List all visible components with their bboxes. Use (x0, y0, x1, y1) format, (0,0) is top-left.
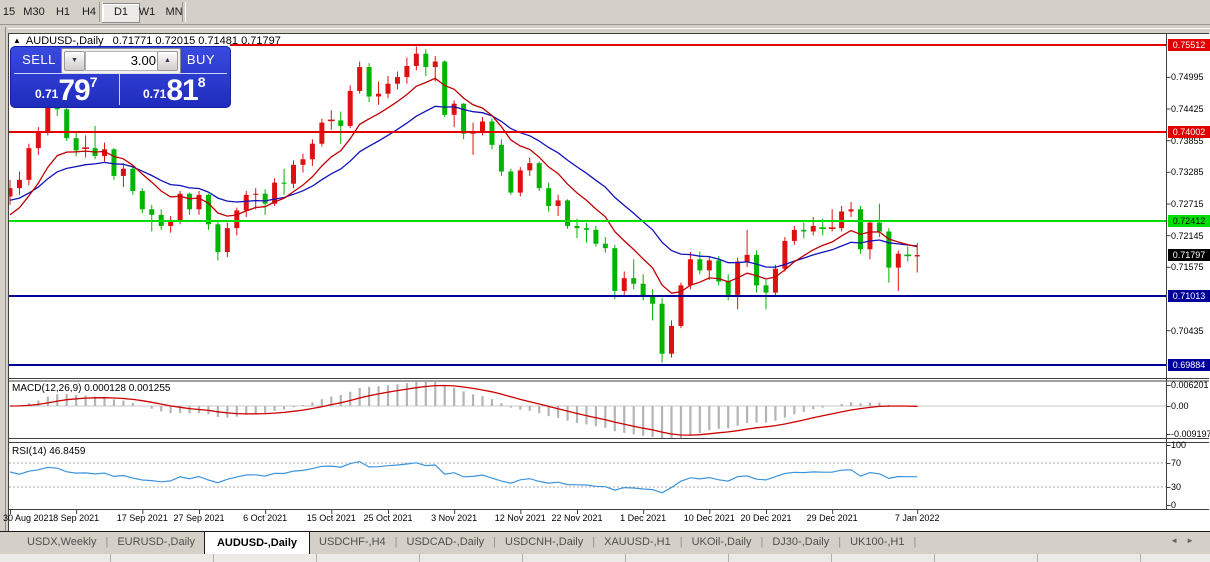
window-frame-line (5, 27, 6, 562)
price-tick-label: 0.74425 (1171, 104, 1204, 114)
down-arrow-icon: ▼ (71, 57, 78, 64)
buy-price-sup: 8 (198, 74, 206, 90)
macd-tick-label: 0.00 (1171, 401, 1189, 411)
date-tick-label: 6 Oct 2021 (243, 513, 287, 523)
date-tick-label: 10 Dec 2021 (684, 513, 735, 523)
status-strip-divider (728, 554, 729, 562)
sell-price-big: 79 (58, 74, 89, 107)
sell-price-button[interactable]: 0.71797 (35, 74, 98, 106)
status-strip-divider (934, 554, 935, 562)
status-strip-divider (110, 554, 111, 562)
date-tick-label: 27 Sep 2021 (173, 513, 224, 523)
date-tick-label: 17 Sep 2021 (117, 513, 168, 523)
sell-price-prefix: 0.71 (35, 87, 58, 101)
status-strip-divider (831, 554, 832, 562)
rsi-tick-label: 100 (1171, 440, 1186, 450)
symbol-tab-ukoil[interactable]: UKOil-,Daily (683, 532, 761, 554)
volume-decrease-button[interactable]: ▼ (64, 51, 85, 71)
symbol-tab-eurusd[interactable]: EURUSD-,Daily (108, 532, 204, 554)
price-level-badge: 0.72412 (1168, 215, 1210, 227)
price-tick-label: 0.72145 (1171, 231, 1204, 241)
subwindow-arrow-icon[interactable]: ▲ (13, 36, 21, 45)
date-tick-label: 25 Oct 2021 (363, 513, 412, 523)
date-tick-label: 30 Aug 2021 (3, 513, 54, 523)
window-left-frame (0, 27, 8, 562)
one-click-trading-panel: SELL BUY ▼ 3.00 ▲ 0.71797 0.71818 (10, 46, 231, 108)
macd-indicator-label: MACD(12,26,9) 0.000128 0.001255 (12, 383, 170, 394)
date-tick-label: 12 Nov 2021 (495, 513, 546, 523)
toolbar-divider (0, 24, 1210, 29)
status-strip-divider (419, 554, 420, 562)
timeframe-button-mn[interactable]: MN (156, 3, 192, 21)
buy-price-button[interactable]: 0.71818 (143, 74, 206, 106)
volume-input[interactable]: 3.00 (85, 51, 160, 71)
symbol-tab-usdcad[interactable]: USDCAD-,Daily (398, 532, 494, 554)
price-level-badge: 0.74002 (1168, 126, 1210, 138)
toolbar-divider (99, 2, 103, 22)
tab-scroll-right-icon[interactable]: ► (1186, 536, 1202, 545)
macd-tick-label: 0.006201 (1171, 380, 1209, 390)
symbol-tab-dj30[interactable]: DJ30-,Daily (763, 532, 838, 554)
status-strip-divider (1037, 554, 1038, 562)
price-tick-label: 0.74995 (1171, 72, 1204, 82)
tab-scroll-arrows: ◄► (1170, 536, 1202, 545)
date-tick-label: 8 Sep 2021 (53, 513, 99, 523)
date-tick-label: 29 Dec 2021 (807, 513, 858, 523)
date-tick-label: 15 Oct 2021 (307, 513, 356, 523)
price-tick-label: 0.73285 (1171, 167, 1204, 177)
macd-tick-label: -0.009197 (1171, 429, 1210, 439)
status-strip-divider (316, 554, 317, 562)
rsi-indicator-label: RSI(14) 46.8459 (12, 446, 85, 457)
bottom-status-strip (0, 554, 1210, 562)
price-level-badge: 0.71797 (1168, 249, 1210, 261)
price-tick-label: 0.70435 (1171, 326, 1204, 336)
up-arrow-icon: ▲ (164, 57, 171, 64)
price-tick-label: 0.72715 (1171, 199, 1204, 209)
rsi-tick-label: 0 (1171, 500, 1176, 510)
tab-separator: | (914, 532, 917, 554)
tab-scroll-left-icon[interactable]: ◄ (1170, 536, 1186, 545)
rsi-tick-label: 70 (1171, 458, 1181, 468)
buy-price-prefix: 0.71 (143, 87, 166, 101)
volume-spinner: ▼ 3.00 ▲ (61, 48, 181, 74)
symbol-tab-usdchf[interactable]: USDCHF-,H4 (310, 532, 395, 554)
symbol-tab-uk100[interactable]: UK100-,H1 (841, 532, 913, 554)
price-level-badge: 0.69884 (1168, 359, 1210, 371)
sell-button[interactable]: SELL (11, 47, 67, 72)
date-tick-label: 7 Jan 2022 (895, 513, 940, 523)
price-level-badge: 0.71013 (1168, 290, 1210, 302)
symbol-tab-usdcnh[interactable]: USDCNH-,Daily (496, 532, 592, 554)
date-tick-label: 1 Dec 2021 (620, 513, 666, 523)
status-strip-divider (522, 554, 523, 562)
date-tick-label: 22 Nov 2021 (551, 513, 602, 523)
status-strip-divider (1140, 554, 1141, 562)
panel-divider (119, 74, 120, 105)
date-tick-label: 3 Nov 2021 (431, 513, 477, 523)
buy-price-big: 81 (166, 74, 197, 107)
volume-increase-button[interactable]: ▲ (157, 51, 178, 71)
date-tick-label: 20 Dec 2021 (740, 513, 791, 523)
price-level-badge: 0.75512 (1168, 39, 1210, 51)
price-tick-label: 0.71575 (1171, 262, 1204, 272)
symbol-tab-xauusd[interactable]: XAUUSD-,H1 (595, 532, 680, 554)
status-strip-divider (625, 554, 626, 562)
status-strip-divider (213, 554, 214, 562)
sell-price-sup: 7 (90, 74, 98, 90)
symbol-tab-bar: USDX,Weekly|EURUSD-,DailyAUDUSD-,DailyUS… (0, 531, 1210, 554)
toolbar-divider (182, 2, 186, 22)
timeframe-toolbar: 15M30H1H4D1W1MN (0, 0, 1210, 24)
rsi-tick-label: 30 (1171, 482, 1181, 492)
symbol-tab-usdx[interactable]: USDX,Weekly (18, 532, 105, 554)
symbol-tab-audusd[interactable]: AUDUSD-,Daily (204, 531, 310, 554)
